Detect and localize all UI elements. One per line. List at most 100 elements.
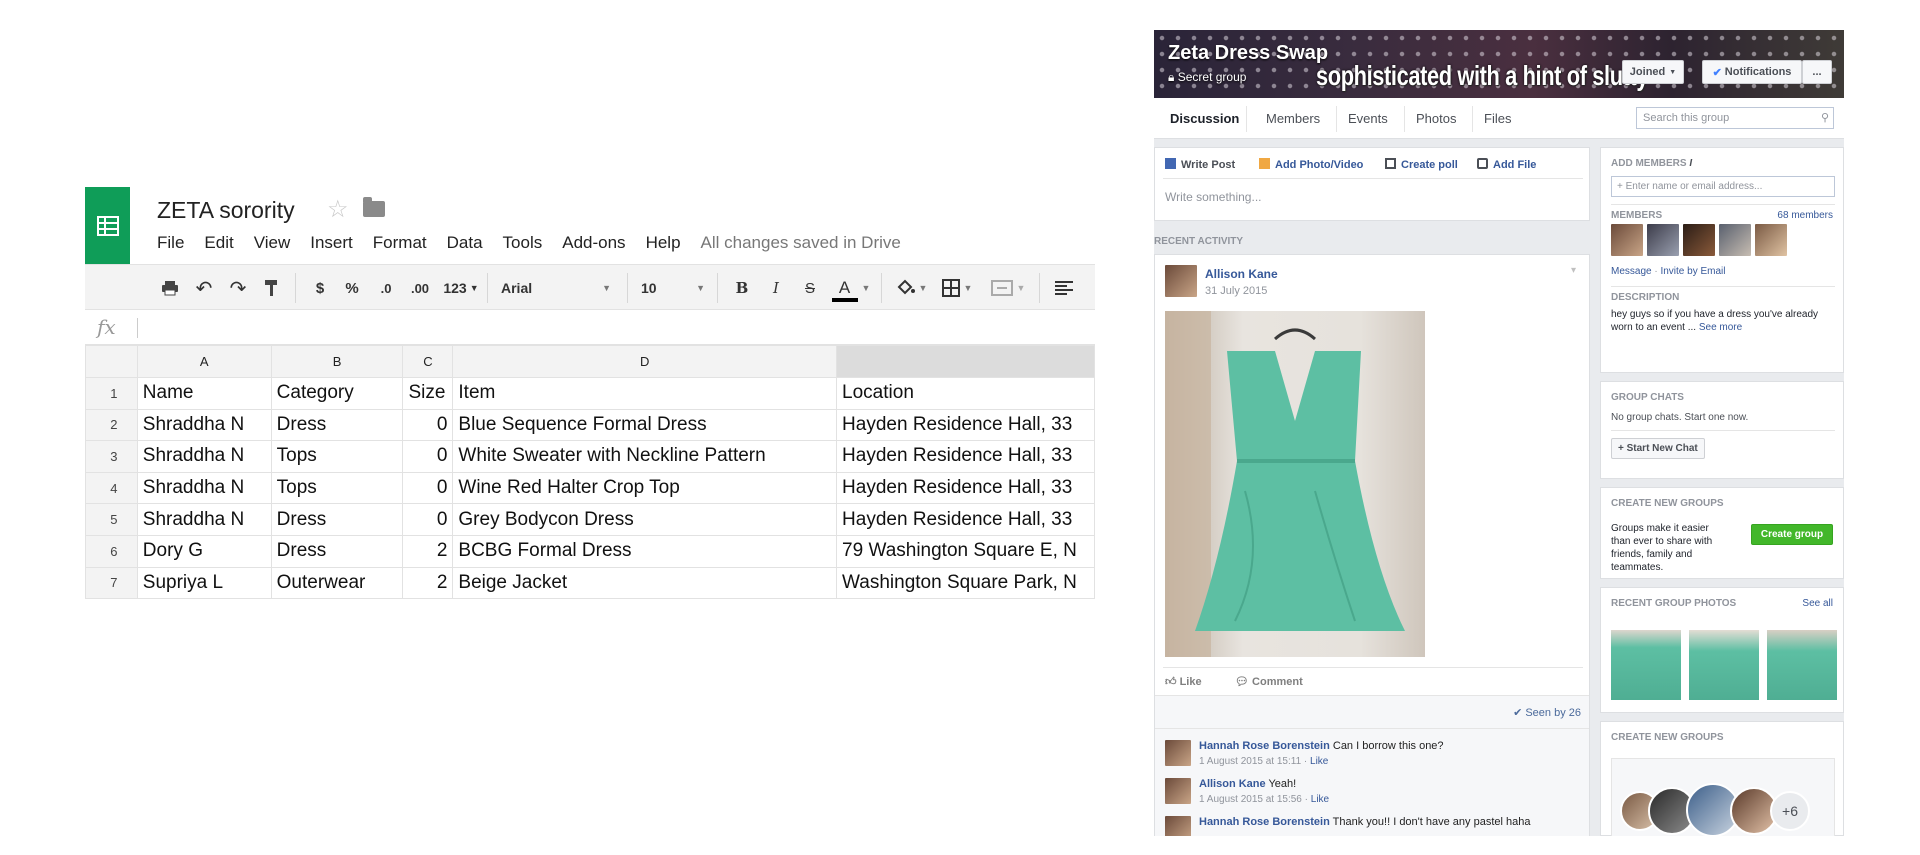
menu-insert[interactable]: Insert <box>310 233 353 253</box>
folder-icon[interactable] <box>363 197 385 217</box>
post-date[interactable]: 31 July 2015 <box>1205 285 1267 297</box>
menu-edit[interactable]: Edit <box>204 233 233 253</box>
sheets-logo-icon[interactable] <box>85 187 130 264</box>
member-avatar[interactable] <box>1719 224 1751 256</box>
menu-tools[interactable]: Tools <box>503 233 543 253</box>
avatar[interactable] <box>1165 265 1197 297</box>
cell[interactable]: Wine Red Halter Crop Top <box>452 471 838 505</box>
row-number[interactable]: 6 <box>85 534 138 568</box>
align-left-icon[interactable] <box>1051 265 1077 311</box>
row-number[interactable]: 2 <box>85 408 138 442</box>
column-header[interactable]: A <box>136 345 272 378</box>
comment-time[interactable]: 1 August 2015 at 15:11 · <box>1199 756 1310 767</box>
tab-events[interactable]: Events <box>1348 111 1388 126</box>
merge-cells-button[interactable]: ▼ <box>985 265 1031 311</box>
group-suggestion-card[interactable]: +6 <box>1611 758 1835 836</box>
strikethrough-button[interactable]: S <box>799 265 821 311</box>
group-photo-thumbnail[interactable] <box>1767 630 1837 700</box>
comment-author[interactable]: Allison Kane <box>1199 778 1266 790</box>
members-count-link[interactable]: 68 members <box>1777 210 1833 221</box>
row-number[interactable]: 3 <box>85 440 138 473</box>
row-number[interactable]: 7 <box>85 566 138 600</box>
cell[interactable]: Hayden Residence Hall, 33 <box>836 471 1095 505</box>
percent-format-button[interactable]: % <box>341 265 363 311</box>
cell[interactable]: 0 <box>402 471 454 505</box>
paint-format-icon[interactable] <box>259 265 285 311</box>
tab-files[interactable]: Files <box>1484 111 1511 126</box>
cell[interactable]: Name <box>136 377 272 410</box>
cell[interactable]: Dress <box>270 408 404 442</box>
comment-time[interactable]: 1 August 2015 at 15:56 · <box>1199 794 1311 805</box>
bold-button[interactable]: B <box>731 265 753 311</box>
menu-format[interactable]: Format <box>373 233 427 253</box>
chevron-down-icon[interactable]: ▾ <box>1571 265 1576 276</box>
cell[interactable]: Grey Bodycon Dress <box>452 503 838 536</box>
create-group-button[interactable]: Create group <box>1751 524 1833 545</box>
cell[interactable]: Dory G <box>136 534 272 568</box>
add-file-tab[interactable]: Add File <box>1477 158 1536 171</box>
column-header[interactable]: D <box>452 345 838 378</box>
more-options-button[interactable]: ... <box>1802 60 1832 84</box>
message-link[interactable]: Message <box>1611 266 1652 277</box>
menu-file[interactable]: File <box>157 233 184 253</box>
notifications-button[interactable]: ✔ Notifications <box>1702 60 1802 84</box>
document-title[interactable]: ZETA sorority <box>157 197 295 224</box>
cell[interactable]: 2 <box>402 566 454 600</box>
cell[interactable]: Category <box>270 377 404 410</box>
group-photo-thumbnail[interactable] <box>1689 630 1759 700</box>
cell[interactable]: Hayden Residence Hall, 33 <box>836 440 1095 473</box>
cell[interactable]: 0 <box>402 503 454 536</box>
info-icon[interactable]: i <box>1689 158 1692 169</box>
formula-bar[interactable]: fx <box>85 311 1095 345</box>
comment-button[interactable]: 💬︎ Comment <box>1235 675 1303 688</box>
font-size-select[interactable]: 10 ▼ <box>641 265 705 311</box>
cell[interactable]: Location <box>836 377 1095 410</box>
menu-view[interactable]: View <box>254 233 291 253</box>
member-avatar[interactable] <box>1611 224 1643 256</box>
row-number[interactable]: 5 <box>85 503 138 536</box>
seen-by[interactable]: ✔ Seen by 26 <box>1513 706 1581 719</box>
comment-author[interactable]: Hannah Rose Borenstein <box>1199 816 1330 828</box>
tab-photos[interactable]: Photos <box>1416 111 1456 126</box>
joined-button[interactable]: Joined ▼ <box>1622 60 1684 84</box>
cell[interactable]: BCBG Formal Dress <box>452 534 838 568</box>
column-header[interactable]: B <box>270 345 404 378</box>
fill-color-button[interactable]: ▼ <box>891 265 931 311</box>
select-all-corner[interactable] <box>85 345 138 378</box>
cell[interactable]: Outerwear <box>270 566 404 600</box>
more-formats-button[interactable]: 123 ▼ <box>442 265 480 311</box>
cell[interactable]: White Sweater with Neckline Pattern <box>452 440 838 473</box>
menu-help[interactable]: Help <box>646 233 681 253</box>
cell[interactable]: Hayden Residence Hall, 33 <box>836 503 1095 536</box>
member-avatar[interactable] <box>1683 224 1715 256</box>
group-search-input[interactable]: Search this group ⚲ <box>1636 107 1834 129</box>
add-member-input[interactable]: + Enter name or email address... <box>1611 176 1835 197</box>
post-author[interactable]: Allison Kane <box>1205 267 1278 281</box>
avatar[interactable] <box>1165 740 1191 766</box>
see-all-link[interactable]: See all <box>1802 598 1833 609</box>
borders-button[interactable]: ▼ <box>937 265 977 311</box>
comment-author[interactable]: Hannah Rose Borenstein <box>1199 740 1330 752</box>
write-something-input[interactable]: Write something... <box>1165 190 1261 204</box>
cell[interactable]: 0 <box>402 408 454 442</box>
menu-data[interactable]: Data <box>447 233 483 253</box>
star-icon[interactable]: ☆ <box>327 195 349 224</box>
decrease-decimals-button[interactable]: .0 <box>373 265 399 311</box>
create-poll-tab[interactable]: Create poll <box>1385 158 1458 171</box>
tab-members[interactable]: Members <box>1266 111 1320 126</box>
group-photo-thumbnail[interactable] <box>1611 630 1681 700</box>
column-header[interactable]: C <box>402 345 454 378</box>
comment-like-link[interactable]: Like <box>1310 756 1328 767</box>
group-name[interactable]: Zeta Dress Swap <box>1168 42 1328 65</box>
cell[interactable]: Dress <box>270 534 404 568</box>
cell[interactable]: Shraddha N <box>136 471 272 505</box>
add-photo-tab[interactable]: Add Photo/Video <box>1259 158 1363 171</box>
member-avatar[interactable] <box>1647 224 1679 256</box>
undo-icon[interactable]: ↶ <box>191 265 217 311</box>
start-new-chat-button[interactable]: + Start New Chat <box>1611 438 1705 459</box>
cell[interactable]: Size <box>402 377 454 410</box>
increase-decimals-button[interactable]: .00 <box>405 265 435 311</box>
cell[interactable]: Tops <box>270 471 404 505</box>
currency-format-button[interactable]: $ <box>309 265 331 311</box>
invite-email-link[interactable]: Invite by Email <box>1660 266 1725 277</box>
